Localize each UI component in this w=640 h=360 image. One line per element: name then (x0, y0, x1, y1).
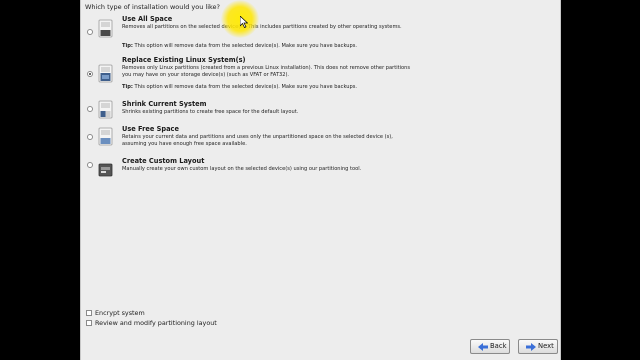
option-tip: Tip: This option will remove data from t… (122, 84, 357, 90)
option-description: Removes all partitions on the selected d… (122, 24, 402, 30)
hard-disk-icon (98, 100, 113, 119)
hard-disk-icon (98, 19, 113, 38)
review-layout-checkbox[interactable] (86, 320, 92, 326)
back-button-label: Back (490, 342, 507, 350)
radio-custom-layout[interactable] (87, 162, 93, 168)
hard-disk-icon (98, 64, 113, 83)
page-question: Which type of installation would you lik… (85, 3, 220, 11)
hard-disk-icon (98, 163, 113, 177)
back-button[interactable]: Back (470, 339, 510, 354)
review-layout-label: Review and modify partitioning layout (95, 319, 217, 327)
option-title: Use All Space (122, 15, 173, 23)
option-title: Use Free Space (122, 125, 179, 133)
option-description: Retains your current data and partitions… (122, 134, 393, 147)
option-title: Replace Existing Linux System(s) (122, 56, 246, 64)
option-use-free-space[interactable]: Use Free Space Retains your current data… (81, 125, 559, 150)
radio-replace-linux[interactable] (87, 71, 93, 77)
option-description: Manually create your own custom layout o… (122, 166, 362, 172)
radio-use-free-space[interactable] (87, 134, 93, 140)
next-arrow-icon (526, 343, 536, 351)
next-button-label: Next (538, 342, 554, 350)
hard-disk-icon (98, 127, 113, 146)
option-description: Removes only Linux partitions (created f… (122, 65, 411, 78)
encrypt-system-checkbox[interactable] (86, 310, 92, 316)
next-button[interactable]: Next (518, 339, 558, 354)
mouse-pointer-icon (240, 16, 248, 28)
option-shrink-current[interactable]: Shrink Current System Shrinks existing p… (81, 100, 559, 122)
radio-use-all-space[interactable] (87, 29, 93, 35)
option-title: Shrink Current System (122, 100, 207, 108)
encrypt-system-label: Encrypt system (95, 309, 145, 317)
option-tip: Tip: This option will remove data from t… (122, 43, 357, 49)
option-use-all-space[interactable]: Use All Space Removes all partitions on … (81, 14, 559, 54)
back-arrow-icon (478, 343, 488, 351)
option-description: Shrinks existing partitions to create fr… (122, 109, 299, 115)
installer-window: Which type of installation would you lik… (80, 0, 561, 360)
option-custom-layout[interactable]: Create Custom Layout Manually create you… (81, 157, 559, 177)
radio-shrink-current[interactable] (87, 106, 93, 112)
option-title: Create Custom Layout (122, 157, 205, 165)
option-replace-linux[interactable]: Replace Existing Linux System(s) Removes… (81, 56, 559, 96)
